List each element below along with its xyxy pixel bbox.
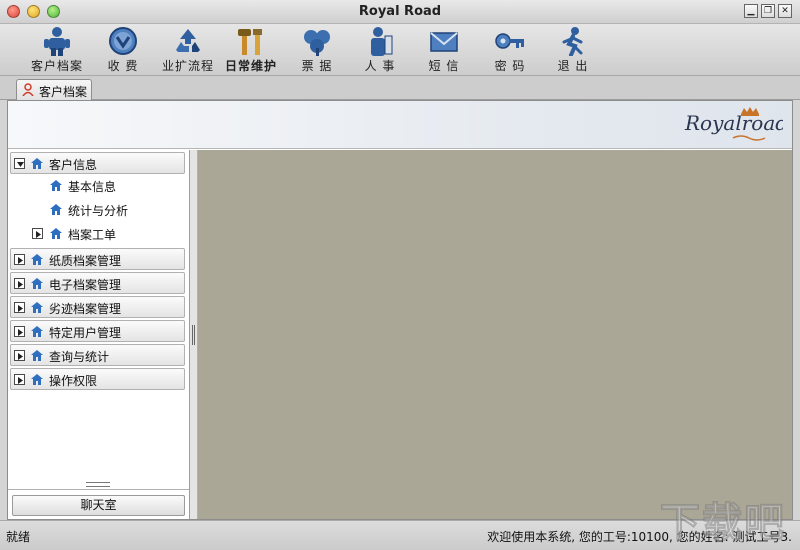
window-title: Royal Road [358,4,442,19]
sidebar-resize-grip[interactable] [86,482,110,487]
nav-item-statistics[interactable]: 统计与分析 [10,199,185,222]
nav-group-label: 电子档案管理 [49,278,122,292]
window-close-button[interactable]: ✕ [778,4,792,18]
nav-group-paper-archive[interactable]: 纸质档案管理 [10,248,185,270]
home-icon [31,350,43,361]
window-minimize-button[interactable]: ▁ [744,4,758,18]
home-icon [31,326,43,337]
toolbar-label: 客户档案 [30,59,83,73]
toolbar-personnel-button[interactable]: 人 事 [347,24,413,76]
toolbar-exit-button[interactable]: 退 出 [540,24,606,76]
toolbar-label: 票 据 [301,59,333,73]
nav-group-label: 客户信息 [49,158,98,172]
watermark: 下载吧 [660,500,786,547]
exit-runner-icon [562,27,583,56]
clover-receipt-icon [304,30,330,56]
nav-group-label: 操作权限 [49,374,98,388]
nav-group-special-user[interactable]: 特定用户管理 [10,320,185,342]
nav-group-label: 纸质档案管理 [49,254,122,268]
toolbar-label: 短 信 [428,59,460,73]
splitter-grip-icon[interactable] [192,325,195,345]
nav-group-electronic-archive[interactable]: 电子档案管理 [10,272,185,294]
home-icon [31,374,43,385]
nav-group-label: 劣迹档案管理 [49,302,122,316]
recycle-process-icon [176,29,200,52]
toolbar-maintenance-button[interactable]: 日常维护 [218,24,284,76]
main-frame: Royalroad 客户信息 基本信息 统计与分析 档案工单 纸质档案管理 电子… [7,100,793,520]
tab-label: 客户档案 [39,85,88,99]
nav-group-bad-record-archive[interactable]: 劣迹档案管理 [10,296,185,318]
home-icon [31,278,43,289]
home-icon [50,228,62,239]
navigation-sidebar: 客户信息 基本信息 统计与分析 档案工单 纸质档案管理 电子档案管理 劣迹档案管… [8,150,190,519]
status-ready: 就绪 [6,530,31,544]
vertical-splitter[interactable] [190,150,198,519]
user-tab-icon [22,83,34,96]
toolbar-receipt-button[interactable]: 票 据 [284,24,350,76]
nav-group-label: 查询与统计 [49,350,110,364]
charge-icon [109,27,137,55]
nav-group-label: 特定用户管理 [49,326,122,340]
svg-text:Royalroad: Royalroad [684,111,783,135]
toolbar-sms-button[interactable]: 短 信 [411,24,477,76]
toolbar-label: 退 出 [557,59,589,73]
toolbar-label: 收 费 [107,59,139,73]
chat-area: 聊天室 [8,489,189,519]
home-icon [50,180,62,191]
nav-group-permissions[interactable]: 操作权限 [10,368,185,390]
nav-group-query-stats[interactable]: 查询与统计 [10,344,185,366]
tab-customer-file[interactable]: 客户档案 [16,79,92,100]
nav-group-customer-info[interactable]: 客户信息 [10,152,185,174]
toolbar-process-button[interactable]: 业扩流程 [155,24,221,76]
envelope-icon [430,32,458,52]
toolbar-label: 密 码 [494,59,526,73]
nav-item-label: 档案工单 [68,228,117,242]
home-icon [31,158,43,169]
home-icon [31,302,43,313]
expand-icon[interactable] [14,302,25,313]
expand-icon[interactable] [14,278,25,289]
home-icon [31,254,43,265]
chat-room-button[interactable]: 聊天室 [12,495,185,516]
key-icon [495,33,524,49]
expand-icon[interactable] [14,374,25,385]
expand-icon[interactable] [32,228,43,239]
nav-item-label: 统计与分析 [68,204,129,218]
home-icon [50,204,62,215]
toolbar-charge-button[interactable]: 收 费 [90,24,156,76]
collapse-icon[interactable] [14,158,25,169]
toolbar-password-button[interactable]: 密 码 [477,24,543,76]
toolbar-label: 日常维护 [224,59,277,73]
personnel-icon [371,27,393,56]
tab-strip: 客户档案 [0,76,800,100]
toolbar-label: 业扩流程 [161,59,214,73]
content-area [198,150,792,519]
royalroad-logo: Royalroad [684,107,783,141]
expand-icon[interactable] [14,326,25,337]
tools-icon [238,29,262,55]
customer-file-icon [44,27,70,56]
main-toolbar: 客户档案 收 费 业扩流程 日常维护 票 据 人 事 短 信 密 码 退 出 [0,24,800,76]
header-banner: Royalroad [8,101,792,149]
nav-item-label: 基本信息 [68,180,117,194]
title-bar: Royal Road ▁ ❐ ✕ [0,0,800,24]
window-restore-button[interactable]: ❐ [761,4,775,18]
toolbar-customer-file-button[interactable]: 客户档案 [24,24,90,76]
expand-icon[interactable] [14,350,25,361]
toolbar-label: 人 事 [364,59,396,73]
nav-item-basic-info[interactable]: 基本信息 [10,175,185,198]
nav-item-archive-ticket[interactable]: 档案工单 [10,223,185,246]
expand-icon[interactable] [14,254,25,265]
